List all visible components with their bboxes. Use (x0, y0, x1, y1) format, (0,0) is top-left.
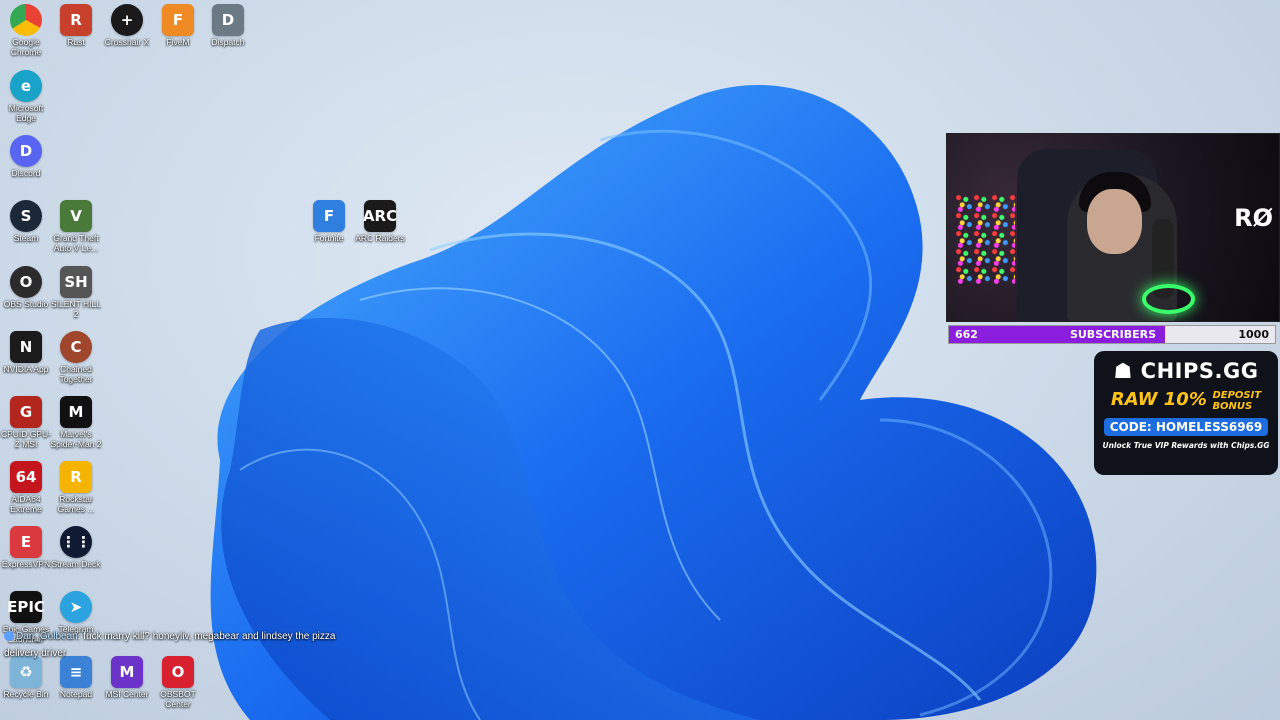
desktop-icon-label: OBSBOT Center (160, 689, 196, 709)
desktop-icon-crosshair-x[interactable]: + Crosshair X (101, 4, 153, 48)
desktop-icon-label: Microsoft Edge (8, 103, 44, 123)
desktop-icon-label: ARC Raiders (355, 233, 405, 243)
desktop-icon-label: Google Chrome (10, 37, 42, 57)
desktop-icon-nvidia-app[interactable]: N NVIDIA App (0, 331, 52, 375)
expressvpn-icon: E (10, 526, 42, 558)
desktop-icon-label: AIDA64 Extreme (10, 494, 42, 514)
webcam-brand-text: RØ (1234, 204, 1273, 232)
desktop-icon-fivem[interactable]: F FiveM (152, 4, 204, 48)
rust-icon: R (60, 4, 92, 36)
chat-username: Dan_Golbean (16, 631, 78, 642)
desktop-icon-label: Rust (67, 37, 85, 47)
desktop-icon-msi-center[interactable]: M MSI Center (101, 656, 153, 700)
desktop-icon-silent-hill-2[interactable]: SH SILENT HILL 2 (50, 266, 102, 319)
subscriber-goal: 1000 (1238, 328, 1269, 341)
chat-message: Dan_Golbean: fuck marry kill? honeyliv, … (4, 628, 444, 645)
desktop-icon-label: Fortnite (314, 233, 344, 243)
nvidia-app-icon: N (10, 331, 42, 363)
promo-offer-small-2: BONUS (1212, 400, 1253, 412)
desktop-icon-label: ExpressVPN (1, 559, 51, 569)
desktop-icon-steam[interactable]: S Steam (0, 200, 52, 244)
desktop-icon-gta-v[interactable]: V Grand Theft Auto V Le... (50, 200, 102, 253)
promo-brand-text: CHIPS.GG (1140, 359, 1259, 383)
desktop-icon-rockstar-games[interactable]: R Rockstar Games ... (50, 461, 102, 514)
desktop-icon-label: Crosshair X (104, 37, 150, 47)
desktop-icon-label: Dispatch (211, 37, 245, 47)
christmas-lights (955, 194, 1015, 284)
desktop-icon-aida64[interactable]: 64 AIDA64 Extreme (0, 461, 52, 514)
arc-raiders-icon: ARC (363, 200, 397, 232)
desktop-icon-gpu-z[interactable]: G CPUID GPU-Z MSI (0, 396, 52, 449)
desktop-icon-obsbot-center[interactable]: O OBSBOT Center (152, 656, 204, 709)
fortnite-icon: F (313, 200, 345, 232)
webcam-overlay: RØ (946, 133, 1280, 322)
discord-icon: D (10, 135, 42, 167)
gpu-z-icon: G (10, 396, 42, 428)
silent-hill-2-icon: SH (60, 266, 92, 298)
desktop-icon-label: Rockstar Games ... (57, 494, 95, 514)
desktop-icon-stream-deck[interactable]: ⋮⋮ Stream Deck (50, 526, 102, 570)
promo-offer-small: DEPOSIT BONUS (1212, 390, 1261, 412)
stream-deck-icon: ⋮⋮ (60, 526, 92, 558)
spider-man-2-icon: M (60, 396, 92, 428)
fivem-icon: F (162, 4, 194, 36)
desktop-icon-fortnite[interactable]: F Fortnite (303, 200, 355, 244)
desktop-icon-label: Chained Together (59, 364, 93, 384)
dispatch-icon: D (212, 4, 244, 36)
desktop-icon-label: Notepad (59, 689, 93, 699)
promo-offer: RAW 10% DEPOSIT BONUS (1094, 389, 1278, 412)
desktop-icon-label: MSI Center (105, 689, 149, 699)
telegram-icon: ➤ (60, 591, 92, 623)
chat-message-text: : fuck marry kill? honeyliv, megabear an… (77, 631, 336, 642)
desktop-icon-label: CPUID GPU-Z MSI (0, 429, 52, 449)
streamer-face (1087, 189, 1142, 254)
desktop-icon-label: FiveM (166, 37, 190, 47)
desktop-icon-label: Recycle Bin (3, 689, 49, 699)
obs-studio-icon: O (10, 266, 42, 298)
chrome-icon (10, 4, 42, 36)
desktop-icon-chained-together[interactable]: C Chained Together (50, 331, 102, 384)
mustache-icon: ☗ (1113, 359, 1133, 383)
desktop-icon-label: NVIDIA App (3, 364, 49, 374)
desktop-icon-label: OBS Studio (3, 299, 49, 309)
promo-offer-big: RAW 10% (1110, 389, 1207, 410)
sponsor-promo-card: ☗ CHIPS.GG RAW 10% DEPOSIT BONUS CODE: HO… (1094, 351, 1278, 475)
edge-icon: e (10, 70, 42, 102)
promo-offer-small-1: DEPOSIT (1212, 389, 1262, 401)
subscriber-goal-bar: 662 SUBSCRIBERS 1000 (948, 325, 1276, 344)
promo-brand: ☗ CHIPS.GG (1094, 359, 1278, 383)
subscriber-label: SUBSCRIBERS (1069, 328, 1157, 341)
gta-v-icon: V (60, 200, 92, 232)
desktop-icon-label: Discord (11, 168, 41, 178)
chat-overlay: Dan_Golbean: fuck marry kill? honeyliv, … (4, 628, 444, 662)
desktop-icon-rust[interactable]: R Rust (50, 4, 102, 48)
desktop-icon-spider-man-2[interactable]: M Marvel's Spider-Man 2 (50, 396, 102, 449)
desktop-icon-expressvpn[interactable]: E ExpressVPN (0, 526, 52, 570)
desktop-icon-label: Steam (13, 233, 39, 243)
desktop-icon-edge[interactable]: e Microsoft Edge (0, 70, 52, 123)
chat-badge-icon (4, 631, 14, 642)
desktop-icon-arc-raiders[interactable]: ARC ARC Raiders (354, 200, 406, 244)
aida64-icon: 64 (10, 461, 42, 493)
promo-code: CODE: HOMELESS6969 (1104, 417, 1268, 436)
rockstar-games-icon: R (60, 461, 92, 493)
desktop-icon-discord[interactable]: D Discord (0, 135, 52, 179)
desktop-icon-label: SILENT HILL 2 (51, 299, 101, 319)
mic-glow (1142, 284, 1195, 314)
desktop-icon-recycle-bin[interactable]: ♻ Recycle Bin (0, 656, 52, 700)
desktop-icon-dispatch[interactable]: D Dispatch (202, 4, 254, 48)
desktop-wallpaper (210, 85, 1097, 720)
desktop-icon-label: Grand Theft Auto V Le... (53, 233, 99, 253)
epic-games-icon: EPIC (7, 591, 45, 623)
desktop-icon-label: Marvel's Spider-Man 2 (50, 429, 102, 449)
desktop-icon-chrome[interactable]: Google Chrome (0, 4, 52, 57)
desktop-icon-label: Stream Deck (51, 559, 101, 569)
chained-together-icon: C (60, 331, 92, 363)
desktop-icon-notepad[interactable]: ≡ Notepad (50, 656, 102, 700)
chat-message-continuation: delivery driver (4, 648, 67, 659)
promo-unlock-text: Unlock True VIP Rewards with Chips.GG (1102, 440, 1270, 450)
desktop-icon-obs-studio[interactable]: O OBS Studio (0, 266, 52, 310)
steam-icon: S (10, 200, 42, 232)
crosshair-x-icon: + (111, 4, 143, 36)
